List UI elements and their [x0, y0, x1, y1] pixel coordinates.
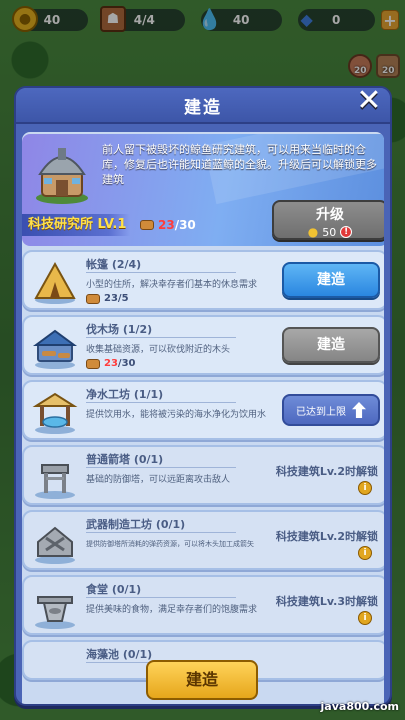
wood-icon	[86, 293, 100, 304]
unlock-requirement: 科技建筑Lv.2时解锁	[275, 465, 378, 478]
list-item-water-workshop: 净水工坊 (1/1) 提供饮用水，能将被污染的海水净化为饮用水 已达到上限	[22, 380, 384, 440]
upgrade-button[interactable]: 升级 ● 50 !	[272, 200, 384, 240]
build-lumber-yard-button[interactable]: 建造	[282, 327, 380, 363]
list-item-tent: 帐篷 (2/4) 小型的住所，解决幸存者们基本的休息需求 23/5 建造	[22, 250, 384, 310]
build-modal: 建造 ✕ 前人留下被毁坏的鲸鱼研究建筑，可以用来当临时的仓库，修复后也许能知道蓝…	[14, 86, 392, 706]
watermark: java800.com	[320, 700, 399, 713]
tent-icon	[34, 261, 76, 304]
arrow-tower-icon	[35, 464, 75, 499]
building-description: 前人留下被毁坏的鲸鱼研究建筑，可以用来当临时的仓库，修复后也许能知道蓝鲸的全貌。…	[102, 143, 377, 186]
modal-body: 前人留下被毁坏的鲸鱼研究建筑，可以用来当临时的仓库，修复后也许能知道蓝鲸的全貌。…	[22, 132, 384, 704]
list-item-lumber-yard: 伐木场 (1/2) 收集基础资源，可以砍伐附近的木头 23/30 建造	[22, 315, 384, 375]
info-icon[interactable]: i	[358, 546, 372, 560]
lumber-yard-cost: 23/30	[86, 358, 136, 369]
unlock-requirement: 科技建筑Lv.3时解锁	[275, 595, 378, 608]
upgrade-wood-cost: 23/30	[140, 218, 196, 232]
list-item-canteen: 食堂 (0/1) 提供美味的食物，满足幸存者们的饱腹需求 科技建筑Lv.3时解锁…	[22, 575, 384, 635]
alert-icon: !	[340, 226, 353, 238]
info-icon[interactable]: i	[358, 611, 372, 625]
tent-cost: 23/5	[86, 293, 129, 304]
coin-icon: ●	[307, 225, 319, 239]
list-item-arrow-tower: 普通箭塔 (0/1) 基础的防御塔，可以远距离攻击敌人 科技建筑Lv.2时解锁 …	[22, 445, 384, 505]
list-item-weapon-workshop: 武器制造工坊 (0/1) 提供防御塔所消耗的弹药资源，可以将木头加工成箭矢 科技…	[22, 510, 384, 570]
water-workshop-icon	[32, 392, 78, 434]
tech-institute-panel: 前人留下被毁坏的鲸鱼研究建筑，可以用来当临时的仓库，修复后也许能知道蓝鲸的全貌。…	[22, 134, 384, 246]
lumber-yard-icon	[32, 329, 78, 369]
building-name-level: 科技研究所 LV.1	[22, 214, 130, 236]
modal-title: 建造	[16, 88, 390, 124]
info-icon[interactable]: i	[358, 481, 372, 495]
upgrade-arrow-icon	[352, 402, 366, 418]
unlock-requirement: 科技建筑Lv.2时解锁	[275, 530, 378, 543]
wood-icon	[86, 358, 100, 369]
canteen-icon	[35, 596, 75, 629]
close-icon[interactable]: ✕	[354, 88, 384, 116]
max-reached-button[interactable]: 已达到上限	[282, 394, 380, 426]
weapon-workshop-icon	[35, 526, 75, 564]
bottom-build-button[interactable]: 建造	[146, 660, 258, 700]
building-list[interactable]: 帐篷 (2/4) 小型的住所，解决幸存者们基本的休息需求 23/5 建造 伐木场…	[22, 250, 384, 685]
wood-icon	[140, 220, 154, 230]
observatory-building-icon	[36, 148, 88, 204]
build-tent-button[interactable]: 建造	[282, 262, 380, 298]
